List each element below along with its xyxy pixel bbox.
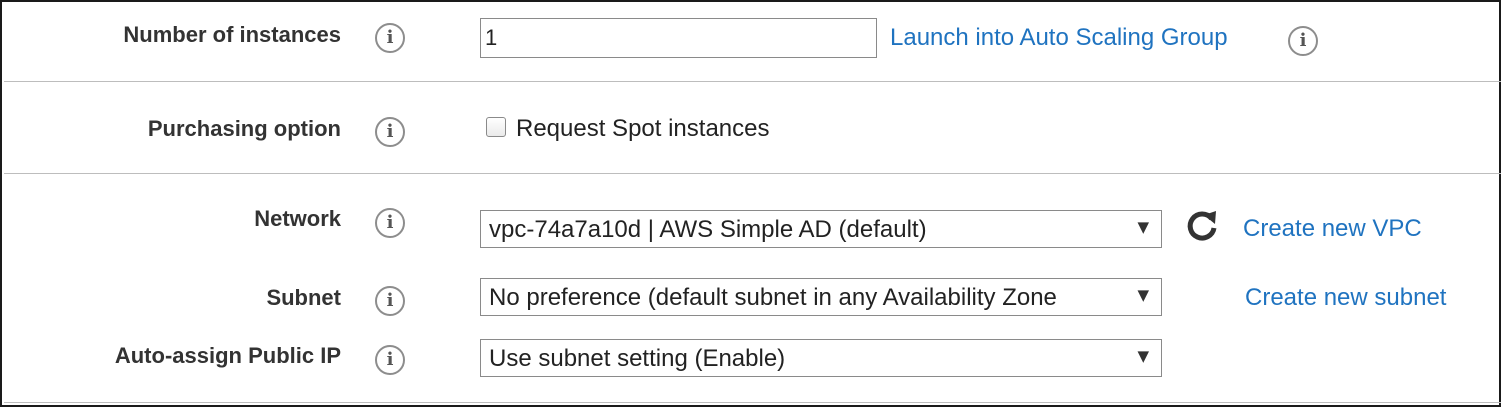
info-icon[interactable]: i xyxy=(375,23,405,53)
divider xyxy=(4,81,1501,82)
refresh-icon[interactable] xyxy=(1182,207,1222,247)
divider xyxy=(4,402,1501,403)
chevron-down-icon: ▼ xyxy=(1137,347,1149,365)
subnet-label: Subnet xyxy=(266,285,341,310)
auto-assign-public-ip-select[interactable]: Use subnet setting (Enable) ▼ xyxy=(480,339,1162,377)
subnet-selected-value: No preference (default subnet in any Ava… xyxy=(489,284,1057,311)
purchasing-option-label: Purchasing option xyxy=(147,116,341,141)
chevron-down-icon: ▼ xyxy=(1137,286,1149,304)
info-icon[interactable]: i xyxy=(375,208,405,238)
chevron-down-icon: ▼ xyxy=(1137,218,1149,236)
request-spot-instances-checkbox[interactable] xyxy=(486,117,506,137)
create-new-vpc-link[interactable]: Create new VPC xyxy=(1243,215,1422,243)
request-spot-instances-label[interactable]: Request Spot instances xyxy=(516,115,770,143)
info-icon[interactable]: i xyxy=(375,117,405,147)
network-selected-value: vpc-74a7a10d | AWS Simple AD (default) xyxy=(489,216,927,243)
number-of-instances-label: Number of instances xyxy=(123,22,341,47)
divider xyxy=(4,173,1501,174)
number-of-instances-input[interactable] xyxy=(480,18,877,58)
instance-details-panel: Number of instances i Launch into Auto S… xyxy=(0,0,1501,407)
network-label: Network xyxy=(254,206,341,231)
info-icon[interactable]: i xyxy=(375,286,405,316)
info-icon[interactable]: i xyxy=(375,345,405,375)
auto-assign-public-ip-label: Auto-assign Public IP xyxy=(114,343,341,368)
public-ip-selected-value: Use subnet setting (Enable) xyxy=(489,345,786,372)
subnet-select[interactable]: No preference (default subnet in any Ava… xyxy=(480,278,1162,316)
network-select[interactable]: vpc-74a7a10d | AWS Simple AD (default) ▼ xyxy=(480,210,1162,248)
info-icon[interactable]: i xyxy=(1288,26,1318,56)
launch-into-asg-link[interactable]: Launch into Auto Scaling Group xyxy=(890,24,1228,52)
create-new-subnet-link[interactable]: Create new subnet xyxy=(1245,284,1446,312)
